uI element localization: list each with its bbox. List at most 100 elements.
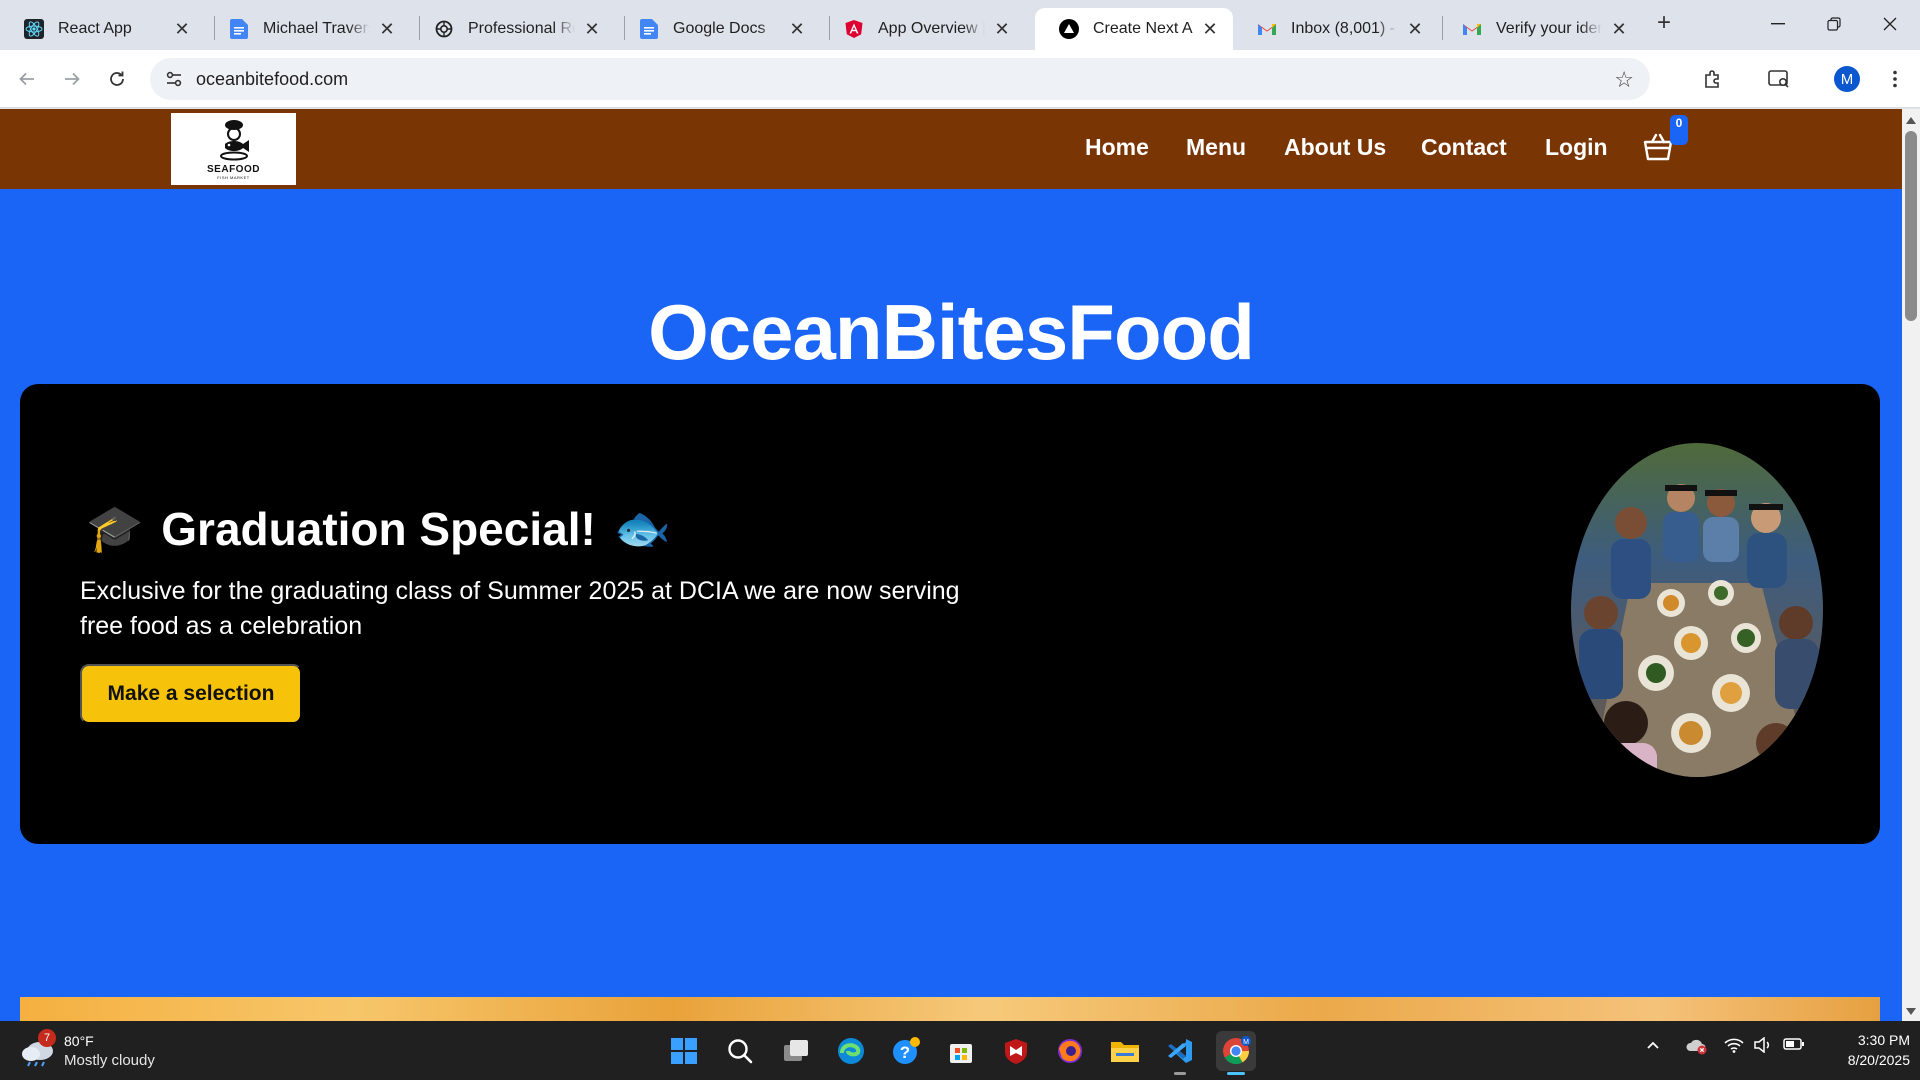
running-indicator — [1227, 1072, 1245, 1075]
site-navbar: SEAFOOD FISH MARKET Home Menu About Us C… — [0, 109, 1902, 189]
tab-title: Professional React — [468, 20, 575, 37]
scroll-up-arrow-icon[interactable] — [1906, 117, 1916, 124]
running-indicator — [1174, 1072, 1186, 1075]
nav-login[interactable]: Login — [1545, 134, 1608, 161]
docs-icon — [229, 19, 249, 39]
close-icon[interactable]: ✕ — [171, 18, 193, 40]
mcafee-icon[interactable] — [996, 1031, 1036, 1071]
fish-icon: 🐟 — [613, 502, 672, 554]
profile-avatar[interactable]: M — [1834, 66, 1860, 92]
restore-button[interactable] — [1806, 8, 1862, 40]
tab-title: Google Docs — [673, 20, 766, 37]
tab-app-overview[interactable]: App Overview | Angular ✕ — [820, 8, 1025, 50]
site-brand-title: OceanBitesFood — [648, 288, 1255, 376]
scroll-down-arrow-icon[interactable] — [1906, 1008, 1916, 1015]
tab-title: Verify your identity — [1496, 20, 1602, 37]
windows-start-icon[interactable] — [664, 1031, 704, 1071]
tab-react-app[interactable]: React App ✕ — [0, 8, 205, 50]
nav-menu[interactable]: Menu — [1186, 134, 1246, 161]
volume-icon[interactable] — [1753, 1036, 1773, 1058]
wifi-icon[interactable] — [1724, 1037, 1744, 1058]
tab-google-docs[interactable]: Google Docs ✕ — [615, 8, 820, 50]
show-hidden-icons-chevron-icon[interactable] — [1645, 1037, 1661, 1058]
tab-cover-letter[interactable]: Michael Travers Cover Letter ✕ — [205, 8, 410, 50]
clock-time: 3:30 PM — [1857, 1032, 1910, 1048]
back-button[interactable] — [10, 62, 44, 96]
nav-home[interactable]: Home — [1085, 134, 1149, 161]
weather-condition: Mostly cloudy — [64, 1052, 155, 1069]
tab-title: Michael Travers Cover Letter — [263, 20, 370, 37]
tab-title: Inbox (8,001) - m — [1291, 20, 1398, 37]
nav-contact[interactable]: Contact — [1421, 134, 1507, 161]
cart-count-badge: 0 — [1670, 115, 1688, 145]
page-scrollbar[interactable] — [1902, 109, 1920, 1021]
close-icon[interactable]: ✕ — [1199, 18, 1221, 40]
search-icon[interactable] — [720, 1031, 760, 1071]
help-icon[interactable]: ? — [886, 1031, 926, 1071]
clock-date: 8/20/2025 — [1847, 1052, 1910, 1068]
battery-icon[interactable] — [1783, 1037, 1805, 1056]
close-window-button[interactable] — [1862, 8, 1918, 40]
tab-verify-identity[interactable]: Verify your identity ✕ — [1438, 8, 1642, 50]
close-icon[interactable]: ✕ — [1608, 18, 1630, 40]
tab-inbox[interactable]: Inbox (8,001) - m ✕ — [1233, 8, 1438, 50]
tab-search-icon[interactable] — [1762, 62, 1796, 96]
close-icon[interactable]: ✕ — [376, 18, 398, 40]
edge-icon[interactable] — [831, 1031, 871, 1071]
logo-subtitle: FISH MARKET — [217, 175, 250, 180]
make-selection-button[interactable]: Make a selection — [80, 664, 302, 724]
angular-icon — [844, 19, 864, 39]
weather-widget[interactable]: 7 80°F Mostly cloudy — [20, 1029, 220, 1073]
tab-professional-react[interactable]: Professional React ✕ — [410, 8, 615, 50]
close-icon[interactable]: ✕ — [1404, 18, 1426, 40]
promo-title: 🎓 Graduation Special! 🐟 — [86, 501, 671, 556]
svg-text:?: ? — [900, 1043, 910, 1062]
gmail-icon — [1462, 19, 1482, 39]
graduation-cap-icon: 🎓 — [86, 502, 144, 554]
bookmark-star-icon[interactable]: ☆ — [1614, 67, 1634, 93]
extensions-icon[interactable] — [1696, 62, 1730, 96]
openai-icon — [434, 19, 454, 39]
chef-fish-logo-icon — [219, 120, 249, 161]
graduates-dining-photo — [1571, 443, 1823, 777]
page-viewport: SEAFOOD FISH MARKET Home Menu About Us C… — [0, 109, 1902, 1021]
url-text[interactable]: oceanbitefood.com — [196, 69, 348, 90]
system-clock[interactable]: 3:30 PM 8/20/2025 — [1820, 1030, 1910, 1070]
vscode-icon[interactable] — [1160, 1031, 1200, 1075]
address-bar[interactable]: oceanbitefood.com ☆ — [150, 58, 1650, 100]
tab-title: App Overview | Angular — [878, 20, 985, 37]
browser-menu-icon[interactable] — [1878, 62, 1912, 96]
promo-description: Exclusive for the graduating class of Su… — [80, 577, 960, 640]
forward-button[interactable] — [55, 62, 89, 96]
onedrive-error-icon[interactable] — [1686, 1037, 1708, 1060]
tab-title: Create Next App — [1093, 20, 1193, 37]
microsoft-store-icon[interactable] — [941, 1031, 981, 1071]
svg-text:M: M — [1243, 1039, 1249, 1046]
react-icon — [24, 19, 44, 39]
firefox-icon[interactable] — [1050, 1031, 1090, 1071]
close-icon[interactable]: ✕ — [786, 18, 808, 40]
reload-button[interactable] — [100, 62, 134, 96]
nextjs-icon — [1059, 19, 1079, 39]
promo-title-text: Graduation Special! — [161, 502, 596, 555]
weather-alert-badge: 7 — [38, 1029, 56, 1047]
nav-about-us[interactable]: About Us — [1284, 134, 1386, 161]
tab-title: React App — [58, 20, 132, 37]
scrollbar-thumb[interactable] — [1905, 131, 1917, 321]
graduation-promo-card: 🎓 Graduation Special! 🐟 Exclusive for th… — [20, 384, 1880, 844]
site-info-icon[interactable] — [164, 69, 184, 89]
logo-name: SEAFOOD — [207, 164, 260, 175]
tab-strip: React App ✕ Michael Travers Cover Letter… — [0, 0, 1920, 50]
close-icon[interactable]: ✕ — [991, 18, 1013, 40]
site-logo[interactable]: SEAFOOD FISH MARKET — [171, 113, 296, 185]
task-view-icon[interactable] — [776, 1031, 816, 1071]
tab-create-next-app[interactable]: Create Next App ✕ — [1035, 8, 1233, 50]
minimize-button[interactable] — [1750, 8, 1806, 40]
close-icon[interactable]: ✕ — [581, 18, 603, 40]
chrome-icon[interactable]: M — [1216, 1031, 1256, 1075]
docs-icon — [639, 19, 659, 39]
gmail-icon — [1257, 19, 1277, 39]
file-explorer-icon[interactable] — [1105, 1031, 1145, 1071]
new-tab-button[interactable]: + — [1652, 11, 1676, 36]
browser-toolbar: oceanbitefood.com ☆ — [0, 50, 1920, 108]
